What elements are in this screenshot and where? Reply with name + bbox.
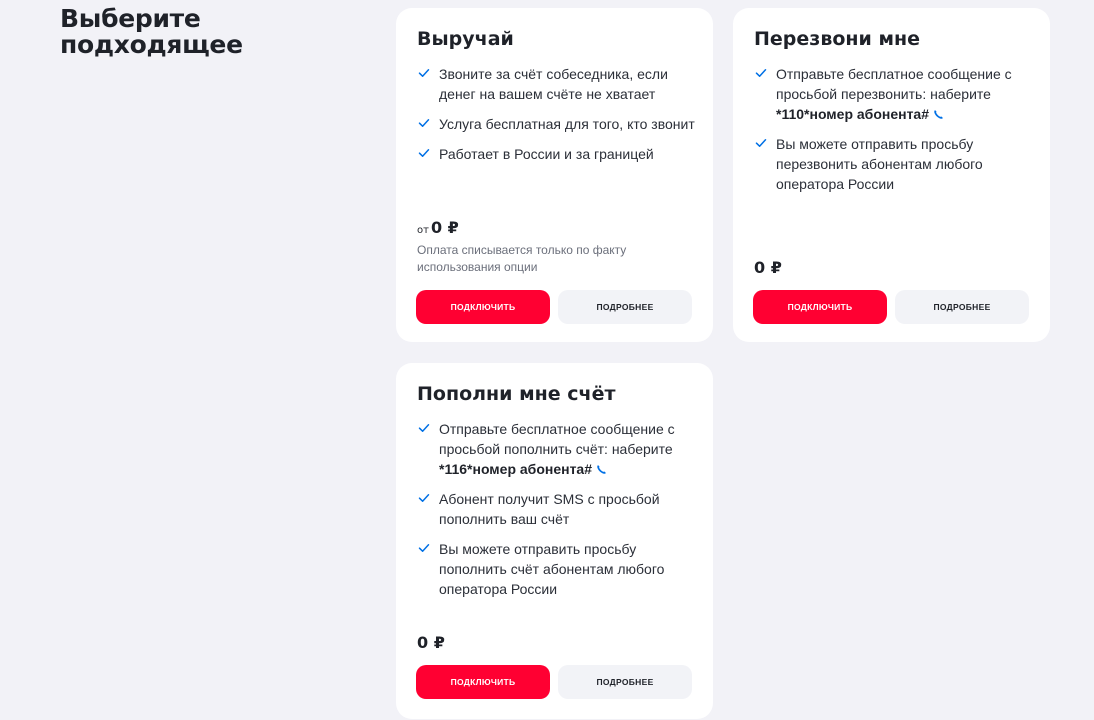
feature-list: Отправьте бесплатное сообщение с просьбо… [417,419,702,609]
feature-item: Абонент получит SMS с просьбой пополнить… [417,489,702,529]
details-button[interactable]: ПОДРОБНЕЕ [895,290,1029,324]
phone-icon[interactable] [596,464,607,475]
feature-text: Работает в России и за границей [439,146,654,162]
check-icon [754,66,768,80]
card-title: Перезвони мне [754,28,920,50]
check-icon [417,146,431,160]
price-prefix: от [417,225,429,236]
connect-button[interactable]: ПОДКЛЮЧИТЬ [416,290,550,324]
ussd-code[interactable]: *116*номер абонента# [439,461,592,477]
feature-text: Услуга бесплатная для того, кто звонит [439,116,695,132]
page: Выберите подходящее Выручай Звоните за с… [0,0,1094,720]
card-title: Выручай [417,28,514,50]
price: 0 ₽ [754,258,782,277]
phone-icon[interactable] [933,109,944,120]
ussd-code[interactable]: *110*номер абонента# [776,106,929,122]
feature-text: Отправьте бесплатное сообщение с просьбо… [439,421,675,457]
feature-item: Вы можете отправить просьбу перезвонить … [754,134,1024,194]
feature-text: Вы можете отправить просьбу перезвонить … [776,136,983,192]
connect-button[interactable]: ПОДКЛЮЧИТЬ [753,290,887,324]
feature-item: Звоните за счёт собеседника, если денег … [417,64,697,104]
card-popolni-mne-schet: Пополни мне счёт Отправьте бесплатное со… [396,363,713,719]
price-value: 0 ₽ [430,218,459,237]
details-button[interactable]: ПОДРОБНЕЕ [558,665,692,699]
card-title: Пополни мне счёт [417,383,616,405]
card-perezvoni-mne: Перезвони мне Отправьте бесплатное сообщ… [733,8,1050,342]
price-note: Оплата списывается только по факту испол… [417,243,627,274]
price: от 0 ₽ [417,218,459,237]
check-icon [417,491,431,505]
feature-text: Вы можете отправить просьбу пополнить сч… [439,541,665,597]
feature-item: Отправьте бесплатное сообщение с просьбо… [754,64,1024,124]
feature-text: Звоните за счёт собеседника, если денег … [439,66,668,102]
feature-text: Абонент получит SMS с просьбой пополнить… [439,491,660,527]
page-title: Выберите подходящее [60,4,243,59]
card-vyruchay: Выручай Звоните за счёт собеседника, есл… [396,8,713,342]
feature-item: Отправьте бесплатное сообщение с просьбо… [417,419,702,479]
feature-text: Отправьте бесплатное сообщение с просьбо… [776,66,1012,102]
feature-list: Звоните за счёт собеседника, если денег … [417,64,697,174]
check-icon [754,136,768,150]
price-value: 0 ₽ [754,258,782,277]
feature-list: Отправьте бесплатное сообщение с просьбо… [754,64,1024,204]
connect-button[interactable]: ПОДКЛЮЧИТЬ [416,665,550,699]
check-icon [417,541,431,555]
feature-item: Вы можете отправить просьбу пополнить сч… [417,539,702,599]
check-icon [417,421,431,435]
details-button[interactable]: ПОДРОБНЕЕ [558,290,692,324]
check-icon [417,116,431,130]
feature-item: Услуга бесплатная для того, кто звонит [417,114,697,134]
price-value: 0 ₽ [417,633,445,652]
feature-item: Работает в России и за границей [417,144,697,164]
price: 0 ₽ [417,633,445,652]
check-icon [417,66,431,80]
